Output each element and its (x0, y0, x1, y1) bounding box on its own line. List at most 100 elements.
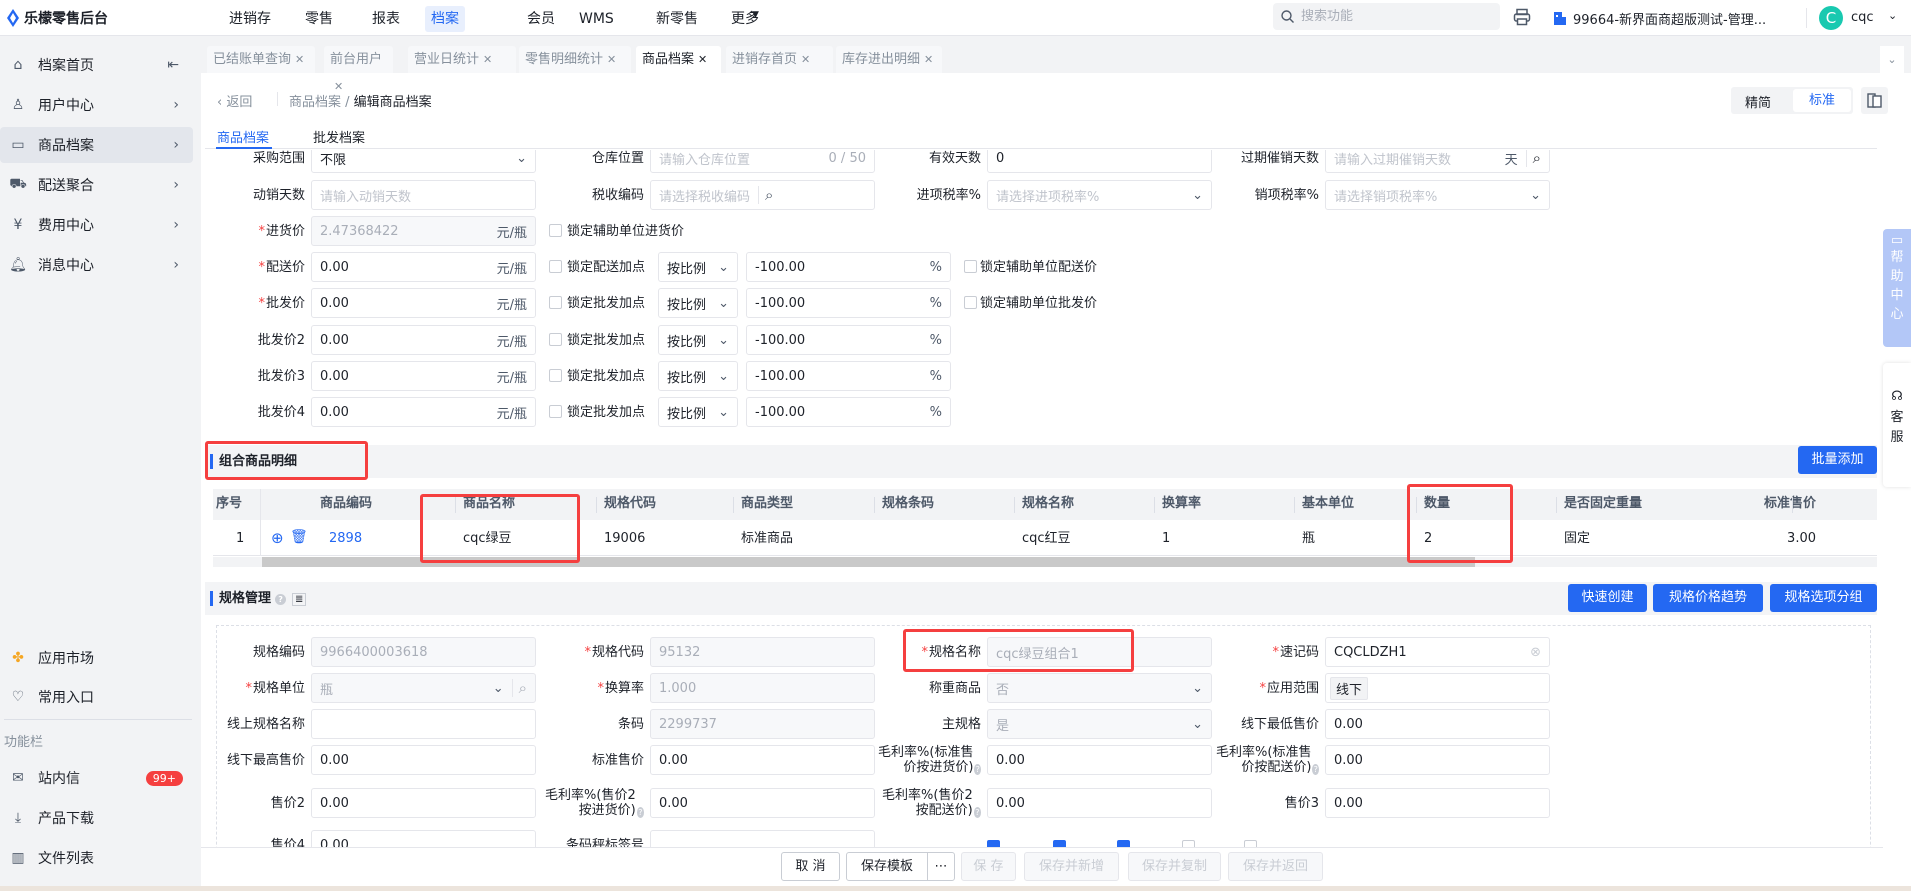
field-input[interactable]: 1.000 (650, 673, 875, 703)
field-input[interactable]: 请选择税收编码 ⌕ (650, 180, 875, 210)
markup-mode-select[interactable]: 按比例 ⌄ (658, 397, 738, 427)
sidebar-item[interactable]: ⌂ 档案首页 ⇤ (0, 47, 193, 83)
logo[interactable]: 乐檬零售后台 (6, 8, 108, 28)
tab[interactable]: 商品档案 ✕ (636, 46, 721, 73)
lock-checkbox[interactable] (549, 296, 562, 309)
nav-item[interactable]: 报表 (366, 6, 406, 32)
tab[interactable]: 前台用户 ✕ (324, 46, 393, 93)
field-input[interactable]: 0.00 元/瓶 (311, 252, 536, 282)
option-checkbox[interactable] (987, 840, 1000, 847)
cancel-button[interactable]: 取 消 (781, 852, 840, 881)
option-checkbox[interactable] (1053, 840, 1066, 847)
save-template-button[interactable]: 保存模板 (846, 852, 928, 881)
field-input[interactable]: 0.00 (311, 788, 536, 818)
field-input[interactable]: 0.00 (987, 745, 1212, 775)
save-button[interactable]: 保 存 (961, 852, 1016, 881)
spec-action-button[interactable]: 规格选项分组 (1770, 584, 1877, 612)
markup-mode-select[interactable]: 按比例 ⌄ (658, 325, 738, 355)
save-and-copy-button[interactable]: 保存并复制 (1128, 852, 1221, 881)
markup-percent-input[interactable]: -100.00% (746, 288, 951, 318)
chevron-right-icon[interactable]: › (173, 137, 179, 153)
lock-checkbox[interactable] (549, 224, 562, 237)
save-and-return-button[interactable]: 保存并返回 (1228, 852, 1323, 881)
nav-item[interactable]: WMS (573, 6, 620, 32)
field-input[interactable]: 0.00 (1325, 788, 1550, 818)
sidebar-tool[interactable]: ⤓ 产品下载 (0, 800, 193, 836)
markup-percent-input[interactable]: -100.00% (746, 252, 951, 282)
field-input[interactable]: 95132 (650, 637, 875, 667)
subtab-product[interactable]: 商品档案 (217, 127, 269, 146)
layout-icon[interactable] (1861, 87, 1888, 114)
field-input[interactable]: 2299737 (650, 709, 875, 739)
field-input[interactable]: CQCLDZH1 ⊗ (1325, 637, 1550, 667)
field-input[interactable]: 否 ⌄ (987, 673, 1212, 703)
tab[interactable]: 零售明细统计 ✕ (519, 46, 631, 73)
field-input[interactable]: 0.00 (650, 745, 875, 775)
field-input[interactable]: 请输入过期催销天数 天 ⌕ (1325, 150, 1550, 173)
spec-action-button[interactable]: 快速创建 (1568, 584, 1647, 612)
chevron-right-icon[interactable]: › (173, 257, 179, 273)
sidebar-tool[interactable]: ▥ 文件列表 (0, 840, 193, 876)
lock-checkbox[interactable] (549, 405, 562, 418)
close-icon[interactable]: ✕ (334, 80, 343, 93)
field-input[interactable]: 0.00 (311, 830, 536, 847)
markup-percent-input[interactable]: -100.00% (746, 397, 951, 427)
sidebar-favorites[interactable]: ♡ 常用入口 (0, 679, 193, 715)
field-input[interactable]: 是 ⌄ (987, 709, 1212, 739)
sidebar-item[interactable]: ▭ 商品档案 › (0, 127, 193, 163)
tabs-overflow-chevron-icon[interactable]: ⌄ (1880, 46, 1904, 73)
lock-aux-checkbox[interactable] (964, 296, 977, 309)
markup-mode-select[interactable]: 按比例 ⌄ (658, 288, 738, 318)
chevron-right-icon[interactable]: › (173, 177, 179, 193)
field-input[interactable]: 0.00 元/瓶 (311, 361, 536, 391)
sidebar-item[interactable]: ⛟ 配送聚合 › (0, 167, 193, 203)
nav-item[interactable]: 会员 (521, 6, 561, 32)
field-input[interactable]: cqc绿豆组合1 (987, 637, 1212, 667)
help-center-button[interactable]: ▭ 帮助中心 (1883, 229, 1911, 347)
search-input[interactable]: 搜索功能 (1273, 3, 1500, 30)
close-icon[interactable]: ✕ (295, 53, 304, 66)
field-input[interactable]: 0.00 (311, 745, 536, 775)
field-input[interactable] (650, 830, 875, 847)
chevron-right-icon[interactable]: › (173, 97, 179, 113)
field-input[interactable]: 0.00 (650, 788, 875, 818)
printer-icon[interactable] (1513, 8, 1531, 26)
more-button[interactable]: ⋯ (927, 852, 955, 881)
customer-service-button[interactable]: ☊ 客服 (1883, 363, 1911, 487)
field-input[interactable]: 0 (987, 150, 1212, 173)
field-input[interactable]: 9966400003618 (311, 637, 536, 667)
form-content[interactable]: 采购范围 不限 ⌄ 仓库位置 请输入仓库位置 0 / 50 有效天数 0 过期催销天数 请输入过期… (201, 150, 1881, 847)
view-standard[interactable]: 标准 (1793, 89, 1851, 112)
nav-item[interactable]: 进销存 (223, 6, 277, 32)
spec-action-button[interactable]: 规格价格趋势 (1653, 584, 1763, 612)
collapse-icon[interactable]: ⇤ (167, 57, 179, 73)
sidebar-item[interactable]: 🔔︎ 消息中心 › (0, 247, 193, 283)
close-icon[interactable]: ✕ (483, 53, 492, 66)
markup-mode-select[interactable]: 按比例 ⌄ (658, 361, 738, 391)
nav-item[interactable]: 更多 (725, 6, 765, 32)
trash-icon[interactable]: 🗑︎ (290, 529, 308, 545)
field-input[interactable]: 请输入仓库位置 0 / 50 (650, 150, 875, 173)
table-cell[interactable]: 2898 (329, 531, 362, 546)
field-input[interactable]: 0.00 元/瓶 (311, 288, 536, 318)
close-icon[interactable]: ✕ (801, 53, 810, 66)
field-input[interactable]: 不限 ⌄ (311, 150, 536, 173)
option-checkbox[interactable] (1117, 840, 1130, 847)
clear-icon[interactable]: ⊗ (1530, 645, 1541, 660)
option-checkbox[interactable] (1244, 840, 1257, 847)
save-and-new-button[interactable]: 保存并新增 (1024, 852, 1119, 881)
close-icon[interactable]: ✕ (607, 53, 616, 66)
field-input[interactable]: 请选择进项税率% ⌄ (987, 180, 1212, 210)
sidebar-item[interactable]: ¥ 费用中心 › (0, 207, 193, 243)
field-input[interactable]: 2.47368422 元/瓶 (311, 216, 536, 246)
option-checkbox[interactable] (1182, 840, 1195, 847)
tab[interactable]: 库存进出明细 ✕ (836, 46, 942, 73)
tab[interactable]: 进销存首页 ✕ (726, 46, 833, 73)
markup-percent-input[interactable]: -100.00% (746, 361, 951, 391)
lock-aux-checkbox[interactable] (964, 260, 977, 273)
field-input[interactable]: 0.00 元/瓶 (311, 325, 536, 355)
nav-item[interactable]: 新零售 (650, 6, 704, 32)
search-icon[interactable]: ⌕ (511, 679, 527, 697)
close-icon[interactable]: ✕ (698, 53, 707, 66)
field-input[interactable]: 线下 (1325, 673, 1550, 703)
